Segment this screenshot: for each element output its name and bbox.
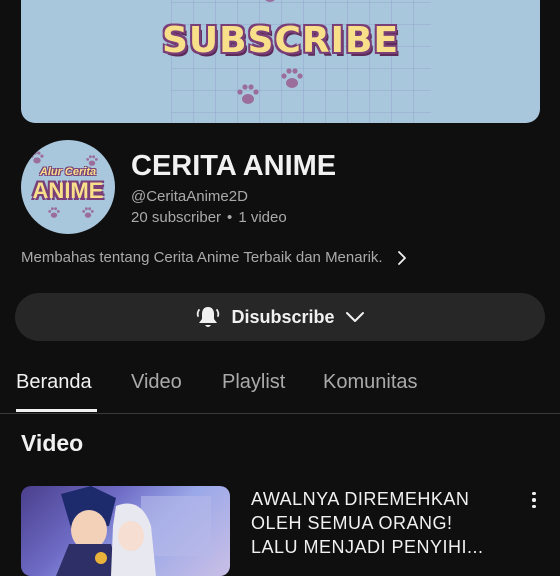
more-options-icon[interactable] bbox=[524, 489, 544, 511]
video-count: 1 video bbox=[238, 209, 287, 226]
description-text: Membahas tentang Cerita Anime Terbaik da… bbox=[21, 249, 383, 266]
channel-description[interactable]: Membahas tentang Cerita Anime Terbaik da… bbox=[21, 249, 407, 266]
channel-banner: SUBSCRIBE bbox=[21, 0, 540, 123]
paw-icon bbox=[82, 207, 94, 218]
subscribed-button[interactable]: Disubscribe bbox=[15, 293, 545, 341]
subscribed-label: Disubscribe bbox=[231, 306, 335, 327]
avatar-line2: ANIME bbox=[32, 178, 104, 203]
tab-komunitas[interactable]: Komunitas bbox=[323, 371, 418, 394]
banner-text: SUBSCRIBE bbox=[161, 20, 400, 61]
thumbnail-art bbox=[56, 486, 211, 576]
paw-icon bbox=[48, 207, 60, 218]
section-title: Video bbox=[21, 430, 84, 456]
avatar-line1: Alur Cerita bbox=[39, 166, 97, 178]
tab-beranda[interactable]: Beranda bbox=[16, 371, 92, 394]
paw-icon bbox=[281, 68, 303, 88]
channel-stats: 20 subscriber • 1 video bbox=[131, 209, 287, 226]
channel-tabs: Beranda Video Playlist Komunitas bbox=[0, 366, 560, 414]
channel-handle: @CeritaAnime2D bbox=[131, 188, 248, 205]
banner-grid bbox=[171, 0, 431, 123]
chevron-right-icon bbox=[397, 250, 406, 265]
paw-icon bbox=[30, 151, 44, 164]
stats-separator: • bbox=[227, 209, 233, 226]
active-tab-indicator bbox=[16, 409, 97, 412]
channel-name: CERITA ANIME bbox=[131, 150, 337, 182]
paw-icon bbox=[237, 84, 259, 104]
subscriber-count: 20 subscriber bbox=[131, 209, 222, 226]
tab-video[interactable]: Video bbox=[131, 371, 182, 394]
chevron-down-icon bbox=[345, 312, 364, 322]
avatar[interactable]: Alur Cerita ANIME bbox=[21, 140, 115, 234]
tab-playlist[interactable]: Playlist bbox=[222, 371, 285, 394]
paw-icon bbox=[265, 0, 275, 2]
bell-icon bbox=[197, 307, 220, 327]
video-title[interactable]: AWALNYA DIREMEHKAN OLEH SEMUA ORANG! LAL… bbox=[251, 487, 511, 559]
video-thumbnail[interactable] bbox=[21, 486, 230, 576]
